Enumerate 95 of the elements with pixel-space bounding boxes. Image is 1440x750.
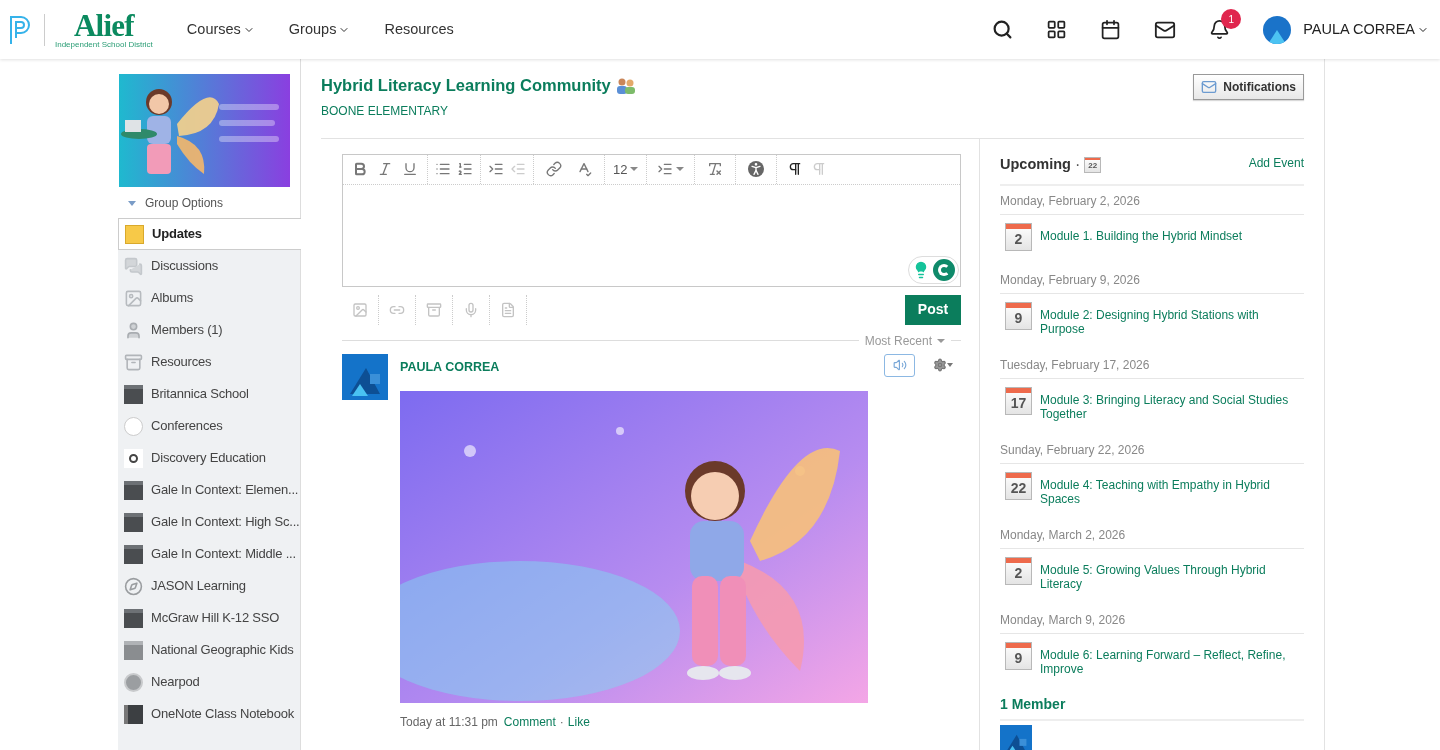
image-icon [124,288,143,308]
grid-icon[interactable] [1046,19,1068,40]
calendar-icon: 9 [1005,301,1032,330]
chat-icon [124,256,143,276]
member-avatar [1000,724,1032,750]
speaker-icon [892,358,907,373]
nav-link[interactable]: Courses [186,18,255,41]
font-size-dropdown[interactable]: 12 [605,154,648,184]
sidebar-item[interactable]: Gale In Context: High Sc... [118,506,300,538]
group-options-button[interactable]: Group Options [128,194,300,212]
people-icon [615,76,636,94]
nav-link[interactable]: Groups [288,18,351,41]
event-date: Monday, March 9, 2026 [1000,604,1304,634]
event-link[interactable]: Module 3: Bringing Literacy and Social Studies Together [1040,392,1304,421]
sidebar-item[interactable]: Gale In Context: Middle ... [118,538,300,570]
user-avatar[interactable] [1263,15,1292,44]
text-editor[interactable]: 12 [342,153,961,287]
author-avatar [342,353,388,400]
mail-icon [1201,79,1218,95]
bell-icon[interactable] [1209,19,1231,40]
event-date: Monday, February 2, 2026 [1000,185,1304,215]
sidebar-item[interactable]: JASON Learning [118,570,300,602]
search-icon[interactable] [992,19,1014,40]
app-logo-icon [124,544,143,564]
post-action-link[interactable]: Comment [503,712,556,731]
event-date: Monday, February 9, 2026 [1000,264,1304,294]
calendar-icon: 17 [1005,386,1032,415]
person-icon [124,320,143,340]
calendar-icon[interactable] [1100,19,1122,40]
add-event-link[interactable]: Add Event [1248,153,1304,172]
calendar-icon: 22 [1005,471,1032,500]
post-button[interactable]: Post [905,294,961,325]
calendar-icon: 2 [1005,556,1032,585]
group-title: Hybrid Literacy Learning Community [321,75,611,96]
sidebar-item[interactable]: McGraw Hill K-12 SSO [118,602,300,634]
app-logo-icon [124,640,143,660]
clear-format-icon[interactable] [707,161,724,178]
calendar-icon: 9 [1005,641,1032,670]
circle-logo-icon [124,448,143,468]
caret-icon [676,167,685,172]
sidebar-item[interactable]: Discovery Education [118,442,300,474]
upcoming-heading: Upcoming [1000,154,1071,174]
post-action-link[interactable]: Like [567,712,590,731]
event-link[interactable]: Module 4: Teaching with Empathy in Hybrid Spaces [1040,477,1304,506]
cabinet-icon [124,352,143,372]
nav-link[interactable]: Resources [384,18,454,41]
district-logo[interactable]: Alief Independent School District [55,10,153,49]
sidebar-item[interactable]: Conferences [118,410,300,442]
sidebar-item[interactable]: Resources [118,346,300,378]
circle-logo-icon [124,672,143,692]
calendar-icon: 2 [1005,222,1032,251]
numbered-list-icon[interactable] [457,161,473,178]
event-date: Monday, March 2, 2026 [1000,519,1304,549]
compass-icon [124,576,143,596]
writing-assistant[interactable] [908,255,959,284]
app-logo-icon [124,480,143,500]
calendar-icon: 22 [1084,156,1102,173]
event-date: Sunday, February 22, 2026 [1000,434,1304,464]
sidebar-item[interactable]: Updates [118,218,301,250]
read-aloud-button[interactable] [884,353,915,377]
sidebar-item[interactable]: Members (1) [118,314,300,346]
caret-icon [128,200,136,206]
settings-menu[interactable] [933,357,953,372]
link-icon[interactable] [546,161,562,178]
underline-icon[interactable] [402,161,418,178]
sidebar-item[interactable]: OneNote Class Notebook [118,698,300,730]
italic-icon[interactable] [377,161,393,178]
app-logo-icon [124,608,143,628]
app-logo-icon [124,384,143,404]
event-link[interactable]: Module 1. Building the Hybrid Mindset [1040,228,1243,243]
sidebar-item[interactable]: National Geographic Kids [118,634,300,666]
user-menu[interactable]: PAULA CORREA [1303,18,1429,41]
accessibility-icon[interactable] [748,161,765,178]
bold-icon[interactable] [352,161,368,178]
separator: · [1074,154,1081,175]
event-link[interactable]: Module 5: Growing Values Through Hybrid Literacy [1040,562,1304,591]
sidebar-item[interactable]: Nearpod [118,666,300,698]
notebook-icon [124,704,143,724]
event-link[interactable]: Module 2: Designing Hybrid Stations with Purpose [1040,307,1304,336]
app-logo-icon [124,512,143,532]
notifications-button[interactable]: Notifications [1193,74,1304,100]
sidebar-item[interactable]: Discussions [118,250,300,282]
separator: · [559,713,564,731]
sidebar-item[interactable]: Albums [118,282,300,314]
author-name[interactable]: PAULA CORREA [400,357,500,377]
event-date: Tuesday, February 17, 2026 [1000,349,1304,379]
event-link[interactable]: Module 6: Learning Forward – Reflect, Refine, Improve [1040,647,1304,676]
members-heading: 1 Member [1000,693,1304,721]
sticky-note-icon [125,224,144,244]
post-time: Today at 11:31 pm [400,713,498,731]
sidebar-item[interactable]: Britannica School [118,378,300,410]
school-name: BOONE ELEMENTARY [321,102,449,120]
sidebar-item[interactable]: Gale In Context: Elemen... [118,474,300,506]
spell-check-icon[interactable] [576,161,592,178]
notification-badge: 1 [1221,9,1242,29]
